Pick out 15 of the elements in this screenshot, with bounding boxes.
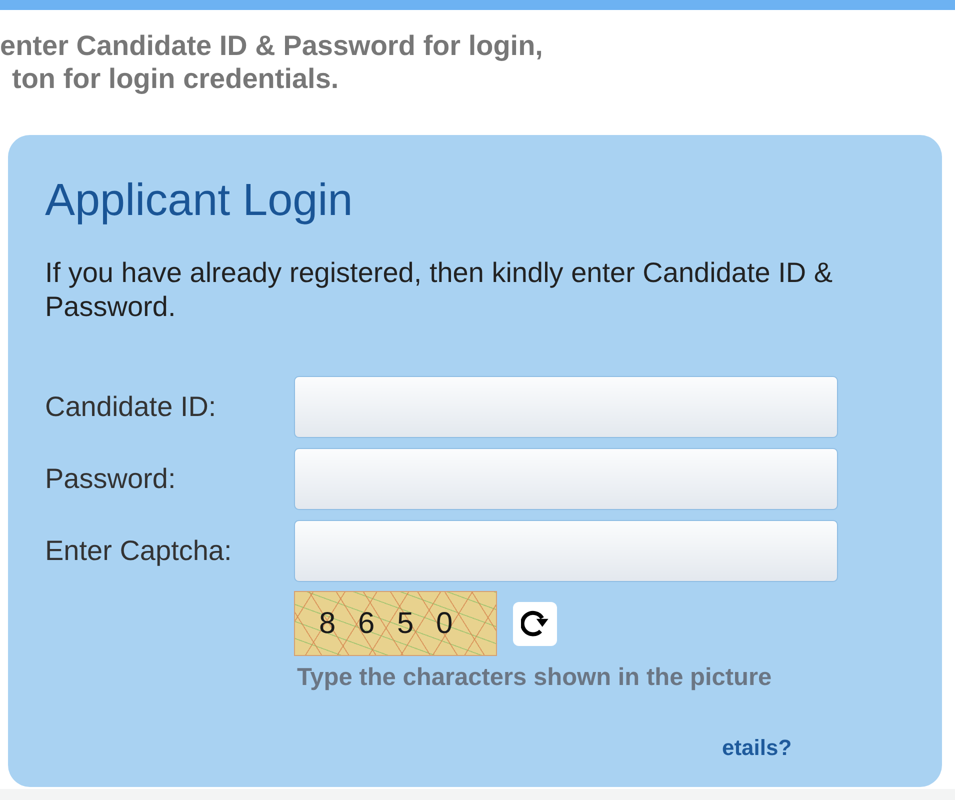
intro-text: If you have already registered, then kindly enter Candidate ID & Password. [45, 256, 834, 324]
field-label: Password: [45, 463, 177, 495]
input-field[interactable] [294, 448, 838, 510]
details-link[interactable]: etails? [722, 735, 792, 760]
field-label: Candidate ID: [45, 391, 218, 423]
input-field[interactable] [294, 376, 838, 438]
refresh-button[interactable] [513, 602, 557, 646]
instruction-text: enter Candidate ID & Password for login, [0, 29, 544, 62]
captcha-text: 8 6 5 0 [319, 606, 460, 640]
field-label: Enter Captcha: [45, 535, 233, 567]
instruction-text: ton for login credentials. [11, 62, 340, 95]
captcha-hint: Type the characters shown in the picture [297, 664, 773, 692]
input-field[interactable] [294, 520, 838, 582]
login-title: Applicant Login [45, 174, 354, 226]
refresh-icon [521, 610, 549, 637]
